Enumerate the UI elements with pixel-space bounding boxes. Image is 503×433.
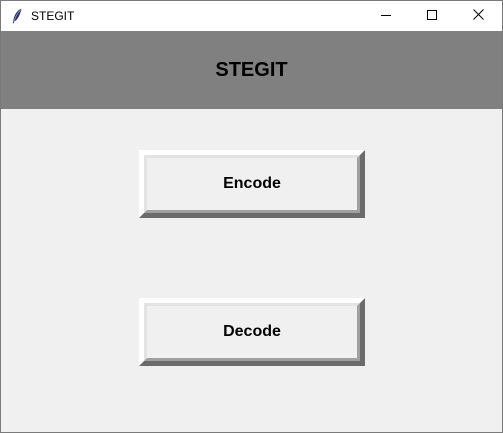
close-button[interactable]	[455, 1, 501, 31]
close-icon	[472, 7, 484, 25]
maximize-icon	[427, 7, 437, 25]
app-window: STEGIT STEGIT Encode Decode	[0, 0, 503, 433]
maximize-button[interactable]	[409, 1, 455, 31]
decode-button[interactable]: Decode	[139, 298, 365, 366]
minimize-button[interactable]	[363, 1, 409, 31]
header-banner: STEGIT	[1, 31, 502, 109]
decode-button-label: Decode	[223, 323, 281, 340]
encode-button[interactable]: Encode	[139, 150, 365, 218]
title-bar[interactable]: STEGIT	[1, 1, 502, 31]
feather-icon	[10, 8, 24, 24]
minimize-icon	[381, 7, 391, 25]
app-heading: STEGIT	[215, 58, 288, 81]
decode-button-face[interactable]: Decode	[144, 303, 360, 361]
encode-button-label: Encode	[223, 175, 281, 192]
window-title: STEGIT	[31, 9, 75, 23]
encode-button-face[interactable]: Encode	[144, 155, 360, 213]
